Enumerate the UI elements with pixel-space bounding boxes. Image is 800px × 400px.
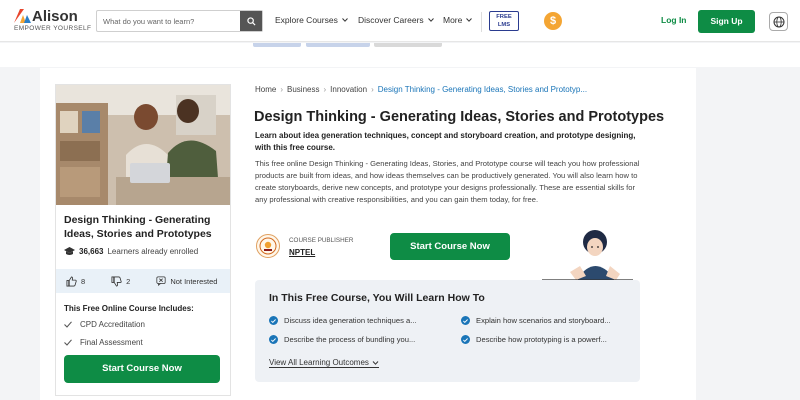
search-icon xyxy=(246,16,256,26)
learners-count: 36,663 Learners already enrolled xyxy=(64,247,198,256)
not-interested-button[interactable]: Not Interested xyxy=(156,276,217,286)
includes-title: This Free Online Course Includes: xyxy=(64,304,194,313)
chevron-down-icon xyxy=(372,360,379,365)
free-lms-badge[interactable]: FREE LMS xyxy=(489,11,519,31)
thumbs-up-icon xyxy=(66,276,77,286)
breadcrumb: Home › Business › Innovation › Design Th… xyxy=(255,85,587,94)
sub-navigation-strip xyxy=(0,43,800,67)
check-circle-icon xyxy=(269,335,278,344)
learning-outcome-item: Describe how prototyping is a powerf... xyxy=(461,335,607,344)
publisher-label: COURSE PUBLISHER xyxy=(289,237,354,244)
view-all-outcomes-link[interactable]: View All Learning Outcomes xyxy=(269,358,379,368)
sub-nav-pill xyxy=(374,43,442,47)
alison-logo[interactable]: Alison EMPOWER YOURSELF xyxy=(14,8,91,34)
search-box xyxy=(96,10,263,32)
nav-more[interactable]: More xyxy=(443,15,473,25)
page-title: Design Thinking - Generating Ideas, Stor… xyxy=(254,109,665,125)
publisher-name-link[interactable]: NPTEL xyxy=(289,248,315,257)
learning-outcome-item: Explain how scenarios and storyboard... xyxy=(461,316,611,325)
course-photo-illustration xyxy=(56,85,230,205)
thumbs-down-icon xyxy=(111,276,122,286)
checkmark-icon xyxy=(64,321,72,328)
dollar-coin-icon[interactable]: $ xyxy=(544,12,562,30)
learners-label: Learners already enrolled xyxy=(107,247,199,256)
learning-outcome-text: Discuss idea generation techniques a... xyxy=(284,316,417,325)
learning-outcome-item: Discuss idea generation techniques a... xyxy=(269,316,417,325)
course-lead: Learn about idea generation techniques, … xyxy=(255,131,636,152)
course-publisher: COURSE PUBLISHER NPTEL xyxy=(256,234,376,260)
learning-outcomes-panel: In This Free Course, You Will Learn How … xyxy=(255,280,640,382)
free-lms-line2: LMS xyxy=(497,22,511,28)
checkmark-icon xyxy=(64,339,72,346)
learning-outcome-text: Explain how scenarios and storyboard... xyxy=(476,316,611,325)
page-background xyxy=(696,68,800,400)
course-card: Design Thinking - Generating Ideas, Stor… xyxy=(55,84,231,396)
breadcrumb-current: Design Thinking - Generating Ideas, Stor… xyxy=(377,85,588,94)
globe-icon xyxy=(773,16,784,27)
nav-explore-courses-label: Explore Courses xyxy=(275,15,338,25)
learning-outcome-item: Describe the process of bundling you... xyxy=(269,335,415,344)
start-course-button[interactable]: Start Course Now xyxy=(390,233,510,260)
chevron-down-icon xyxy=(466,18,473,22)
sub-nav-pill xyxy=(306,43,370,47)
language-globe-button[interactable] xyxy=(769,12,788,31)
breadcrumb-business[interactable]: Business xyxy=(287,85,319,94)
learning-outcome-text: Describe the process of bundling you... xyxy=(284,335,416,344)
course-rating-bar: 8 2 Not Interested xyxy=(56,269,230,293)
include-item: CPD Accreditation xyxy=(64,320,145,329)
nptel-logo-icon xyxy=(256,234,280,258)
logo-tagline: EMPOWER YOURSELF xyxy=(14,25,92,32)
breadcrumb-home[interactable]: Home xyxy=(255,85,276,94)
learning-outcomes-title: In This Free Course, You Will Learn How … xyxy=(269,292,485,304)
nav-explore-courses[interactable]: Explore Courses xyxy=(275,15,348,25)
not-interested-icon xyxy=(156,276,166,286)
top-navigation-bar: Alison EMPOWER YOURSELF Explore Courses … xyxy=(0,0,800,42)
not-interested-label: Not Interested xyxy=(170,276,218,286)
nptel-emblem xyxy=(259,237,277,255)
check-circle-icon xyxy=(269,316,278,325)
nav-divider xyxy=(481,12,482,32)
like-button[interactable]: 8 xyxy=(66,276,85,287)
graduation-cap-icon xyxy=(64,247,75,255)
sub-nav-pill xyxy=(253,43,301,47)
check-circle-icon xyxy=(461,316,470,325)
chevron-down-icon xyxy=(427,18,434,22)
search-button[interactable] xyxy=(240,11,262,31)
breadcrumb-innovation[interactable]: Innovation xyxy=(330,85,367,94)
breadcrumb-separator-icon: › xyxy=(371,85,374,94)
view-all-outcomes-label: View All Learning Outcomes xyxy=(269,358,369,367)
nav-discover-careers[interactable]: Discover Careers xyxy=(358,15,434,25)
include-item: Final Assessment xyxy=(64,338,143,347)
dislike-count: 2 xyxy=(126,276,131,286)
alison-logo-icon xyxy=(14,9,31,23)
breadcrumb-separator-icon: › xyxy=(323,85,327,94)
nav-discover-careers-label: Discover Careers xyxy=(358,15,424,25)
free-lms-line1: FREE xyxy=(496,14,512,20)
course-hero-image xyxy=(56,85,230,205)
nav-more-label: More xyxy=(443,15,463,25)
chevron-down-icon xyxy=(341,18,348,22)
dislike-button[interactable]: 2 xyxy=(111,276,130,287)
card-start-course-button[interactable]: Start Course Now xyxy=(64,355,220,383)
include-item-label: CPD Accreditation xyxy=(80,320,145,329)
like-count: 8 xyxy=(81,276,86,286)
signup-button[interactable]: Sign Up xyxy=(698,10,755,33)
course-description: This free online Design Thinking - Gener… xyxy=(255,159,640,205)
breadcrumb-separator-icon: › xyxy=(280,85,284,94)
logo-wordmark: Alison xyxy=(32,8,78,25)
card-course-title[interactable]: Design Thinking - Generating Ideas, Stor… xyxy=(64,213,224,241)
learners-number: 36,663 xyxy=(79,247,104,256)
check-circle-icon xyxy=(461,335,470,344)
search-input[interactable] xyxy=(97,11,241,31)
include-item-label: Final Assessment xyxy=(80,338,143,347)
login-link[interactable]: Log In xyxy=(661,15,687,25)
learning-outcome-text: Describe how prototyping is a powerf... xyxy=(476,335,607,344)
